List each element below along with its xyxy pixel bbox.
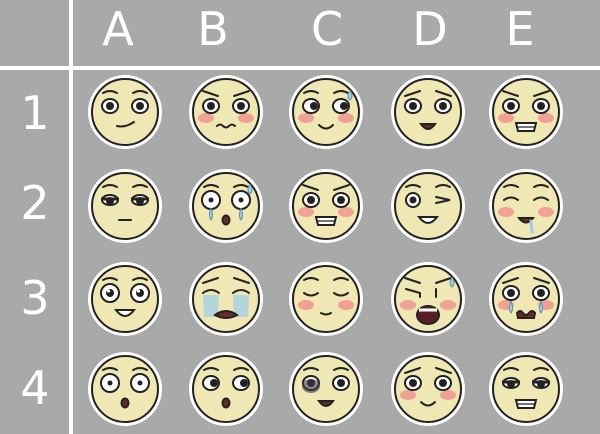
face-a1 [88,75,162,149]
eye-shine [136,289,141,293]
mouth [221,397,231,409]
pupil [136,102,144,110]
drool [529,219,534,234]
pupil [240,379,248,387]
pupil [507,289,515,297]
face-e2 [489,169,563,243]
pupil [207,102,215,110]
pupil [439,102,447,110]
blush [400,300,416,310]
face-head [192,78,260,146]
tear [209,207,213,221]
pupil [409,102,417,110]
pupil [409,196,417,204]
pupil [337,379,345,387]
blush [338,207,354,217]
face-head [91,265,159,333]
face-head [292,265,360,333]
blush [298,113,314,123]
blush [338,113,354,123]
blush [298,300,314,310]
face-b1 [189,75,263,149]
face-head [492,355,560,423]
face-head [91,78,159,146]
face-head [394,172,462,240]
pupil [340,102,348,110]
face-d3 [391,262,465,336]
tear [509,300,513,314]
bruise [302,379,320,393]
pupil [208,197,214,203]
face-a3 [88,262,162,336]
blush [238,113,254,123]
blush [498,113,514,123]
face-c2 [289,169,363,243]
face-e4 [489,352,563,426]
face-d1 [391,75,465,149]
blush [538,113,554,123]
blush [198,113,214,123]
face-head [492,172,560,240]
blush [440,390,456,400]
tear [239,207,243,221]
pupil [137,380,143,386]
face-c4 [289,352,363,426]
pupil [238,197,244,203]
face-head [91,172,159,240]
pupil [210,379,218,387]
face-b4 [189,352,263,426]
face-head [492,78,560,146]
mouth [120,397,130,409]
face-head [192,172,260,240]
face-head [192,265,260,333]
face-c1 [289,75,363,149]
face-e1 [489,75,563,149]
face-b2 [189,169,263,243]
face-a2 [88,169,162,243]
pupil [307,196,315,204]
tear [539,300,543,314]
pupil [537,289,545,297]
faces-grid [88,75,563,426]
blush [298,207,314,217]
face-head [91,355,159,423]
face-d4 [391,352,465,426]
pupil [107,380,113,386]
face-d2 [391,169,465,243]
face-head [192,355,260,423]
blush [400,390,416,400]
pupil [439,379,447,387]
blush [338,300,354,310]
pupil [337,196,345,204]
face-head [292,172,360,240]
face-a4 [88,352,162,426]
pupil [106,102,114,110]
blush [498,207,514,217]
face-e3 [489,262,563,336]
blush [440,300,456,310]
eye-shine [106,289,111,293]
pupil [507,102,515,110]
pupil [409,379,417,387]
face-c3 [289,262,363,336]
mouth [221,214,231,226]
face-head [394,355,462,423]
face-head [492,265,560,333]
expression-chart: A B C D E 1 2 3 4 [0,0,600,434]
pupil [537,102,545,110]
face-head [394,78,462,146]
blush [538,207,554,217]
face-head [292,78,360,146]
mouth [213,310,239,319]
pupil [237,102,245,110]
face-b3 [189,262,263,336]
pupil [310,102,318,110]
